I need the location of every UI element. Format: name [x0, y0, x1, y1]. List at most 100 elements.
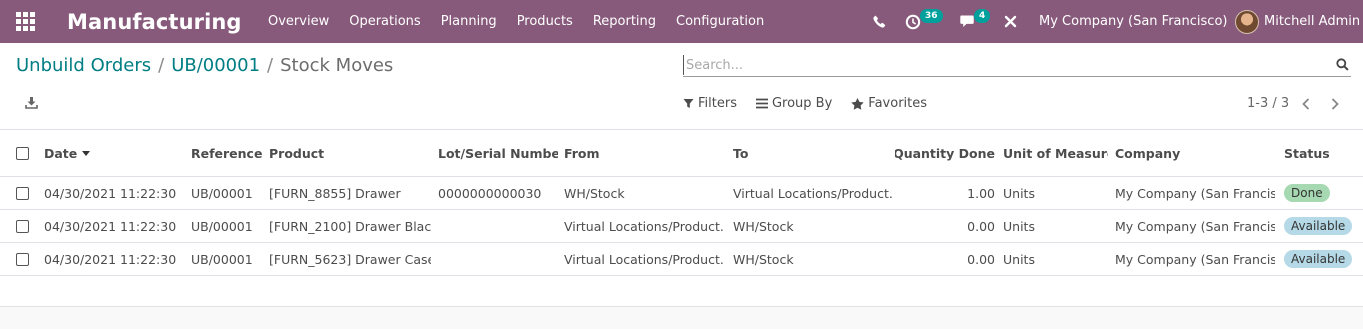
company-switcher[interactable]: My Company (San Francisco): [1039, 0, 1227, 43]
cell-lot-serial: [438, 210, 558, 242]
messages-button[interactable]: [960, 0, 977, 43]
select-all-cell: [16, 130, 30, 176]
cell-lot-serial: 0000000000030: [438, 185, 542, 201]
cell-status: Done: [1284, 177, 1363, 209]
apps-menu-button[interactable]: [14, 0, 36, 43]
menu-overview[interactable]: Overview: [258, 14, 339, 29]
search-input[interactable]: [683, 55, 1323, 75]
close-icon: [1004, 15, 1017, 28]
cell-unit-of-measure: Units: [1003, 218, 1035, 234]
row-checkbox[interactable]: [16, 219, 29, 233]
status-badge: Available: [1284, 250, 1353, 268]
cell-status: Available: [1284, 210, 1363, 242]
column-status[interactable]: Status: [1284, 130, 1363, 176]
search-bar: [683, 53, 1351, 77]
pager-value[interactable]: 1-3 / 3: [1247, 96, 1289, 111]
table-row[interactable]: 04/30/2021 11:22:30 UB/00001 [FURN_5623]…: [0, 243, 1363, 276]
column-to[interactable]: To: [733, 130, 893, 176]
column-reference[interactable]: Reference: [191, 130, 263, 176]
chevron-left-icon[interactable]: [1301, 98, 1311, 110]
cell-to: WH/Stock: [733, 218, 794, 234]
breadcrumb: Unbuild Orders / UB/00001 / Stock Moves: [16, 55, 393, 76]
cell-from: Virtual Locations/Product...: [564, 251, 724, 267]
cell-date: 04/30/2021 11:22:30: [44, 251, 177, 267]
cell-status: Available: [1284, 243, 1363, 275]
cell-from: WH/Stock: [564, 185, 625, 201]
search-options: Filters Group By Favorites: [683, 96, 946, 111]
cell-company: My Company (San Francis...: [1115, 218, 1275, 234]
activity-clock-icon: [905, 14, 921, 29]
cell-to: WH/Stock: [733, 251, 794, 267]
close-button[interactable]: [1004, 0, 1017, 43]
app-title[interactable]: Manufacturing: [67, 0, 242, 43]
search-icon[interactable]: [1336, 58, 1349, 71]
cell-product: [FURN_8855] Drawer: [269, 185, 401, 201]
activities-button[interactable]: [905, 0, 921, 43]
row-checkbox[interactable]: [16, 252, 29, 266]
cell-unit-of-measure: Units: [1003, 251, 1035, 267]
avatar: [1235, 9, 1259, 34]
cell-unit-of-measure: Units: [1003, 185, 1035, 201]
user-name: Mitchell Admin: [1264, 14, 1361, 29]
download-icon: [25, 97, 38, 109]
column-date[interactable]: Date: [44, 130, 184, 176]
column-quantity-done[interactable]: Quantity Done: [895, 130, 995, 176]
cell-from: Virtual Locations/Product...: [564, 218, 724, 234]
menu-reporting[interactable]: Reporting: [583, 14, 666, 29]
menu-planning[interactable]: Planning: [431, 14, 507, 29]
phone-icon: [873, 15, 886, 28]
export-button[interactable]: [25, 96, 38, 113]
cell-quantity-done: 0.00: [967, 218, 995, 234]
cell-quantity-done: 1.00: [967, 185, 995, 201]
user-menu[interactable]: Mitchell Admin: [1235, 0, 1360, 43]
favorites-toggle[interactable]: Favorites: [851, 96, 927, 111]
column-date-label: Date: [44, 145, 78, 161]
select-all-checkbox[interactable]: [16, 146, 29, 160]
favorites-label: Favorites: [868, 96, 928, 111]
cell-company: My Company (San Francis...: [1115, 251, 1275, 267]
row-checkbox[interactable]: [16, 186, 29, 200]
table-row[interactable]: 04/30/2021 11:22:30 UB/00001 [FURN_8855]…: [0, 177, 1363, 210]
cell-product: [FURN_2100] Drawer Black: [269, 218, 431, 234]
cell-reference: UB/00001: [191, 185, 253, 201]
filters-label: Filters: [698, 96, 737, 111]
apps-grid-icon: [15, 12, 35, 31]
page-title: Stock Moves: [280, 55, 394, 76]
chevron-right-icon[interactable]: [1330, 98, 1340, 110]
filter-icon: [683, 99, 694, 108]
status-badge: Available: [1284, 217, 1353, 235]
breadcrumb-unbuild-orders[interactable]: Unbuild Orders: [16, 55, 151, 76]
breadcrumb-record[interactable]: UB/00001: [171, 55, 260, 76]
phone-button[interactable]: [873, 0, 886, 43]
column-product[interactable]: Product: [269, 130, 431, 176]
cell-reference: UB/00001: [191, 251, 253, 267]
row-select-cell: [16, 243, 30, 275]
filters-toggle[interactable]: Filters: [683, 96, 737, 111]
column-lot-serial[interactable]: Lot/Serial Number: [438, 130, 558, 176]
table-header: Date Reference Product Lot/Serial Number…: [0, 130, 1363, 177]
menu-configuration[interactable]: Configuration: [666, 14, 774, 29]
row-select-cell: [16, 210, 30, 242]
column-company[interactable]: Company: [1115, 130, 1275, 176]
cell-lot-serial: [438, 243, 558, 275]
sort-down-icon: [82, 150, 91, 156]
cell-date: 04/30/2021 11:22:30: [44, 185, 177, 201]
activity-count-badge: 36: [920, 9, 943, 23]
breadcrumb-separator: /: [158, 55, 165, 76]
group-by-toggle[interactable]: Group By: [755, 96, 832, 111]
table-row[interactable]: 04/30/2021 11:22:30 UB/00001 [FURN_2100]…: [0, 210, 1363, 243]
menu-products[interactable]: Products: [507, 14, 583, 29]
message-count-badge: 4: [974, 9, 991, 23]
main-navbar: Manufacturing Overview Operations Planni…: [0, 0, 1363, 43]
star-icon: [851, 97, 864, 110]
menu-operations[interactable]: Operations: [339, 14, 430, 29]
column-unit-of-measure[interactable]: Unit of Measure: [1003, 130, 1108, 176]
cell-reference: UB/00001: [191, 218, 253, 234]
cell-to: Virtual Locations/Product...: [733, 185, 893, 201]
row-select-cell: [16, 177, 30, 209]
column-from[interactable]: From: [564, 130, 724, 176]
group-by-icon: [755, 98, 768, 109]
main-menu: Overview Operations Planning Products Re…: [258, 0, 774, 43]
cell-company: My Company (San Francis...: [1115, 185, 1275, 201]
status-badge: Done: [1284, 184, 1330, 202]
